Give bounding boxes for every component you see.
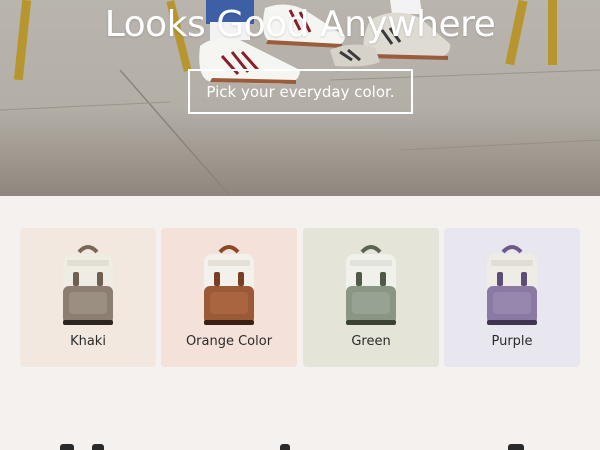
color-card-green[interactable]: Green: [303, 228, 439, 367]
pick-color-button[interactable]: Pick your everyday color.: [188, 69, 413, 114]
khaki-backpack-image: [63, 245, 113, 325]
hero-title: Looks Good Anywhere: [104, 4, 496, 45]
color-label: Khaki: [70, 334, 106, 349]
green-backpack-image: [346, 245, 396, 325]
color-label: Purple: [491, 334, 533, 349]
hero-banner: Looks Good Anywhere Pick your everyday c…: [0, 0, 600, 196]
purple-backpack-image: [487, 245, 537, 325]
color-card-purple[interactable]: Purple: [444, 228, 580, 367]
color-options: Khaki Orange Color Green Purple: [20, 228, 580, 367]
orange-backpack-image: [204, 245, 254, 325]
next-section-heading-peek: [0, 440, 600, 450]
color-label: Orange Color: [185, 334, 273, 349]
color-label: Green: [351, 334, 391, 349]
color-card-khaki[interactable]: Khaki: [20, 228, 156, 367]
color-card-orange[interactable]: Orange Color: [161, 228, 297, 367]
